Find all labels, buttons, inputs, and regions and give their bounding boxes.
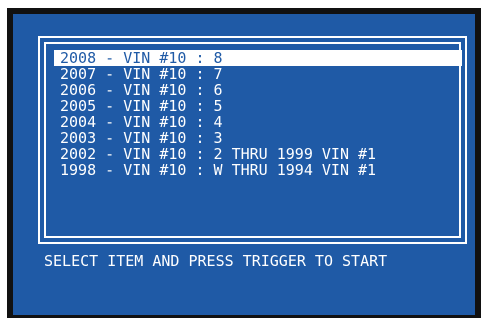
- scan-tool-screen: 2008 - VIN #10 : 8 2007 - VIN #10 : 7 20…: [7, 8, 481, 318]
- model-year-list: 2008 - VIN #10 : 8 2007 - VIN #10 : 7 20…: [54, 50, 462, 178]
- list-item-2002-1999[interactable]: 2002 - VIN #10 : 2 THRU 1999 VIN #1: [54, 146, 462, 162]
- list-item-2007[interactable]: 2007 - VIN #10 : 7: [54, 66, 462, 82]
- list-item-2003[interactable]: 2003 - VIN #10 : 3: [54, 130, 462, 146]
- list-item-2005[interactable]: 2005 - VIN #10 : 5: [54, 98, 462, 114]
- menu-frame: 2008 - VIN #10 : 8 2007 - VIN #10 : 7 20…: [38, 36, 467, 244]
- list-item-2008[interactable]: 2008 - VIN #10 : 8: [54, 50, 462, 66]
- instruction-text: SELECT ITEM AND PRESS TRIGGER TO START: [44, 252, 388, 270]
- list-item-2006[interactable]: 2006 - VIN #10 : 6: [54, 82, 462, 98]
- list-item-2004[interactable]: 2004 - VIN #10 : 4: [54, 114, 462, 130]
- list-item-1998-1994[interactable]: 1998 - VIN #10 : W THRU 1994 VIN #1: [54, 162, 462, 178]
